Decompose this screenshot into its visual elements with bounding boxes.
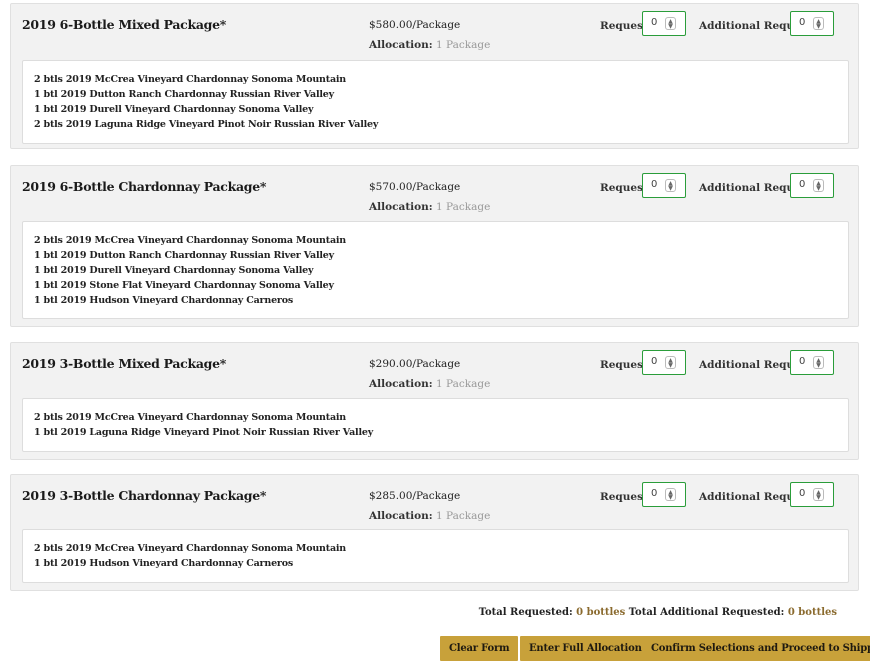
package-allocation: Allocation: 1 Package [369, 510, 490, 522]
allocation-value: 1 Package [436, 378, 491, 390]
additional-request-value: 0 [799, 17, 806, 28]
up-down-spinner-icon[interactable]: ▲ ▼ [665, 179, 676, 192]
package-title: 2019 3-Bottle Mixed Package* [22, 356, 226, 371]
allocation-label: Allocation: [369, 39, 433, 51]
allocation-value: 1 Package [436, 510, 491, 522]
total-requested-label: Total Requested: [478, 607, 573, 618]
total-additional-label: Total Additional Requested: [628, 607, 785, 618]
up-down-spinner-icon[interactable]: ▲ ▼ [813, 17, 824, 30]
up-down-spinner-icon[interactable]: ▲ ▼ [813, 179, 824, 192]
package-price: $285.00/Package [369, 490, 461, 502]
request-value: 0 [651, 356, 658, 367]
package-item: 1 btl 2019 Hudson Vineyard Chardonnay Ca… [34, 558, 293, 569]
package-contents: 2 btls 2019 McCrea Vineyard Chardonnay S… [22, 60, 849, 144]
package-price: $580.00/Package [369, 19, 461, 31]
package-title: 2019 3-Bottle Chardonnay Package* [22, 488, 267, 503]
package-item: 1 btl 2019 Hudson Vineyard Chardonnay Ca… [34, 295, 293, 306]
allocation-label: Allocation: [369, 378, 433, 390]
package-allocation: Allocation: 1 Package [369, 201, 490, 213]
package-item: 2 btls 2019 McCrea Vineyard Chardonnay S… [34, 543, 347, 554]
package-item: 1 btl 2019 Dutton Ranch Chardonnay Russi… [34, 89, 334, 100]
package-contents: 2 btls 2019 McCrea Vineyard Chardonnay S… [22, 529, 849, 583]
up-down-spinner-icon[interactable]: ▲ ▼ [665, 488, 676, 501]
package-card: 2019 3-Bottle Chardonnay Package* $285.00… [10, 474, 859, 591]
package-item: 2 btls 2019 Laguna Ridge Vineyard Pinot … [34, 119, 379, 130]
package-allocation: Allocation: 1 Package [369, 378, 490, 390]
package-item: 1 btl 2019 Laguna Ridge Vineyard Pinot N… [34, 427, 374, 438]
package-price: $570.00/Package [369, 181, 461, 193]
request-value: 0 [651, 17, 658, 28]
total-additional-value: 0 bottles [787, 607, 837, 618]
additional-request-stepper[interactable]: 0 ▲ ▼ [790, 173, 834, 198]
enter-full-allocation-button[interactable]: Enter Full Allocation [520, 636, 651, 661]
package-item: 2 btls 2019 McCrea Vineyard Chardonnay S… [34, 412, 347, 423]
additional-request-value: 0 [799, 356, 806, 367]
allocation-value: 1 Package [436, 201, 491, 213]
package-title: 2019 6-Bottle Mixed Package* [22, 17, 226, 32]
total-requested-value: 0 bottles [576, 607, 626, 618]
package-item: 1 btl 2019 Stone Flat Vineyard Chardonna… [34, 280, 334, 291]
request-stepper[interactable]: 0 ▲ ▼ [642, 482, 686, 507]
additional-request-stepper[interactable]: 0 ▲ ▼ [790, 350, 834, 375]
package-item: 1 btl 2019 Dutton Ranch Chardonnay Russi… [34, 250, 334, 261]
package-allocation: Allocation: 1 Package [369, 39, 490, 51]
allocation-label: Allocation: [369, 510, 433, 522]
allocation-label: Allocation: [369, 201, 433, 213]
clear-form-button[interactable]: Clear Form [440, 636, 519, 661]
package-item: 2 btls 2019 McCrea Vineyard Chardonnay S… [34, 235, 347, 246]
additional-request-stepper[interactable]: 0 ▲ ▼ [790, 482, 834, 507]
up-down-spinner-icon[interactable]: ▲ ▼ [813, 356, 824, 369]
additional-request-stepper[interactable]: 0 ▲ ▼ [790, 11, 834, 36]
request-value: 0 [651, 179, 658, 190]
package-card: 2019 3-Bottle Mixed Package* $290.00/Pack… [10, 342, 859, 460]
allocation-value: 1 Package [436, 39, 491, 51]
additional-request-value: 0 [799, 179, 806, 190]
package-card: 2019 6-Bottle Mixed Package* $580.00/Pack… [10, 3, 859, 149]
up-down-spinner-icon[interactable]: ▲ ▼ [813, 488, 824, 501]
totals-summary: Total Requested: 0 bottles Total Additio… [479, 607, 837, 618]
package-item: 1 btl 2019 Durell Vineyard Chardonnay So… [34, 265, 314, 276]
up-down-spinner-icon[interactable]: ▲ ▼ [665, 356, 676, 369]
confirm-selections-button[interactable]: Confirm Selections and Proceed to Shippi… [642, 636, 870, 661]
request-stepper[interactable]: 0 ▲ ▼ [642, 350, 686, 375]
package-contents: 2 btls 2019 McCrea Vineyard Chardonnay S… [22, 398, 849, 452]
package-item: 1 btl 2019 Durell Vineyard Chardonnay So… [34, 104, 314, 115]
request-stepper[interactable]: 0 ▲ ▼ [642, 173, 686, 198]
additional-request-value: 0 [799, 488, 806, 499]
request-stepper[interactable]: 0 ▲ ▼ [642, 11, 686, 36]
request-value: 0 [651, 488, 658, 499]
package-contents: 2 btls 2019 McCrea Vineyard Chardonnay S… [22, 221, 849, 319]
package-price: $290.00/Package [369, 358, 461, 370]
package-card: 2019 6-Bottle Chardonnay Package* $570.00… [10, 165, 859, 327]
package-title: 2019 6-Bottle Chardonnay Package* [22, 179, 267, 194]
package-item: 2 btls 2019 McCrea Vineyard Chardonnay S… [34, 74, 347, 85]
up-down-spinner-icon[interactable]: ▲ ▼ [665, 17, 676, 30]
